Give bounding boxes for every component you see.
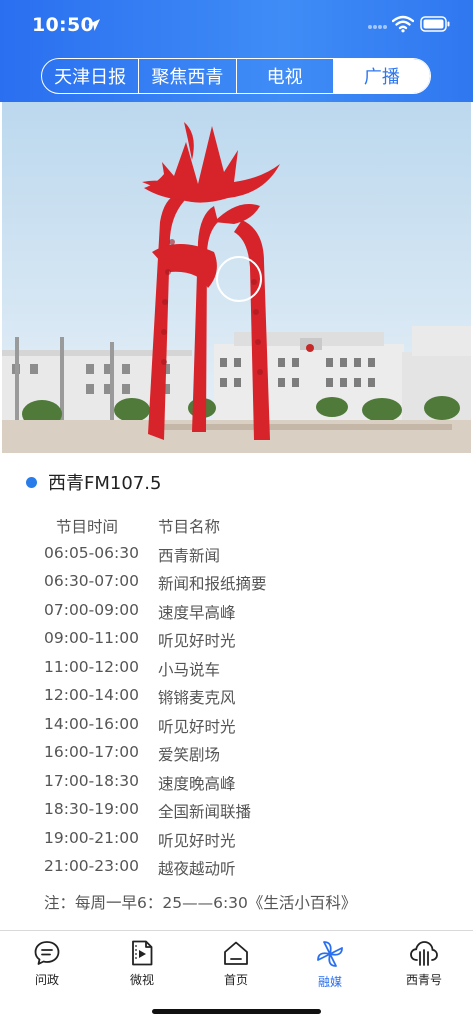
- status-time: 10:50: [32, 14, 94, 36]
- schedule-row: 19:00-21:00 听见好时光: [0, 826, 473, 855]
- hero-image[interactable]: [2, 102, 471, 453]
- program-time: 14:00-16:00: [44, 714, 139, 733]
- schedule-row: 11:00-12:00 小马说车: [0, 655, 473, 684]
- tab-tv[interactable]: 电视: [237, 59, 334, 93]
- home-icon: [224, 941, 248, 965]
- program-time: 16:00-17:00: [44, 743, 139, 761]
- program-name: 听见好时光: [158, 717, 236, 736]
- program-name: 全国新闻联播: [158, 803, 252, 821]
- nav-wenzheng[interactable]: 问政: [17, 939, 77, 987]
- program-name: 速度早高峰: [158, 603, 236, 622]
- station-name: 西青FM107.5: [48, 473, 162, 494]
- nav-home[interactable]: 首页: [206, 939, 266, 987]
- schedule-row: 14:00-16:00 听见好时光: [0, 712, 473, 741]
- schedule-row: 17:00-18:30 速度晚高峰: [0, 769, 473, 798]
- program-name: 西青新闻: [158, 546, 221, 565]
- tab-radio[interactable]: 广播: [333, 59, 430, 93]
- channel-tabs: 天津日报 聚焦西青 电视 广播: [41, 58, 431, 94]
- pinwheel-icon: [317, 941, 343, 967]
- nav-rongmei[interactable]: 融媒: [300, 939, 360, 989]
- bullet-dot-icon: [26, 476, 37, 488]
- tab-focus-xiqing[interactable]: 聚焦西青: [139, 59, 237, 93]
- signal-dots-icon: [368, 25, 387, 29]
- nav-label: 首页: [223, 973, 248, 987]
- tab-tianjin-daily[interactable]: 天津日报: [42, 59, 140, 93]
- nav-label: 融媒: [317, 975, 342, 989]
- program-name: 听见好时光: [158, 831, 236, 850]
- program-time: 06:30-07:00: [44, 572, 139, 590]
- schedule-row: 09:00-11:00 听见好时光: [0, 626, 473, 655]
- schedule-row: 06:05-06:30 西青新闻: [0, 541, 473, 570]
- schedule-row: 16:00-17:00 爱笑剧场: [0, 740, 473, 769]
- schedule-row: 21:00-23:00 越夜越动听: [0, 854, 473, 883]
- chat-icon: [34, 941, 60, 965]
- program-name: 锵锵麦克风: [158, 689, 236, 707]
- program-time: 06:05-06:30: [44, 543, 139, 562]
- program-time: 21:00-23:00: [44, 857, 139, 875]
- status-bar: 10:50: [0, 0, 473, 52]
- location-arrow-icon: [88, 19, 100, 31]
- wifi-icon: [392, 15, 414, 33]
- nav-weishi[interactable]: 微视: [112, 939, 172, 987]
- battery-icon: [420, 16, 450, 32]
- program-time: 18:30-19:00: [44, 800, 139, 818]
- program-name: 爱笑剧场: [158, 746, 221, 764]
- program-name: 新闻和报纸摘要: [158, 575, 267, 593]
- program-name: 小马说车: [158, 660, 221, 679]
- station-heading: 西青FM107.5: [26, 468, 161, 496]
- program-name: 听见好时光: [158, 632, 236, 650]
- schedule-header: 节目时间 节目名称: [0, 512, 473, 541]
- program-schedule: 节目时间 节目名称 06:05-06:30 西青新闻 06:30-07:00 新闻和…: [0, 512, 473, 883]
- program-time: 09:00-11:00: [44, 629, 139, 647]
- header-time: 节目时间: [56, 518, 119, 536]
- header-name: 节目名称: [158, 518, 221, 536]
- schedule-row: 18:30-19:00 全国新闻联播: [0, 797, 473, 826]
- nav-xiqinghao[interactable]: 西青号: [394, 939, 454, 987]
- program-time: 17:00-18:30: [44, 771, 139, 790]
- home-indicator: [152, 1009, 321, 1014]
- program-time: 07:00-09:00: [44, 600, 139, 619]
- program-time: 11:00-12:00: [44, 657, 139, 676]
- video-file-icon: [132, 940, 153, 966]
- program-time: 19:00-21:00: [44, 828, 139, 847]
- schedule-row: 12:00-14:00 锵锵麦克风: [0, 683, 473, 712]
- schedule-row: 07:00-09:00 速度早高峰: [0, 598, 473, 627]
- app-header: 10:50 天津日报 聚焦西青 电视 广播: [0, 0, 473, 102]
- program-time: 12:00-14:00: [44, 686, 139, 704]
- play-circle-icon[interactable]: [216, 256, 262, 302]
- schedule-row: 06:30-07:00 新闻和报纸摘要: [0, 569, 473, 598]
- nav-label: 西青号: [405, 973, 442, 987]
- schedule-note: 注：每周一早6：25——6:30《生活小百科》: [44, 894, 357, 912]
- program-name: 越夜越动听: [158, 860, 236, 878]
- nav-label: 问政: [34, 973, 59, 987]
- cloud-icon: [410, 941, 438, 966]
- nav-label: 微视: [129, 973, 154, 987]
- program-name: 速度晚高峰: [158, 774, 236, 793]
